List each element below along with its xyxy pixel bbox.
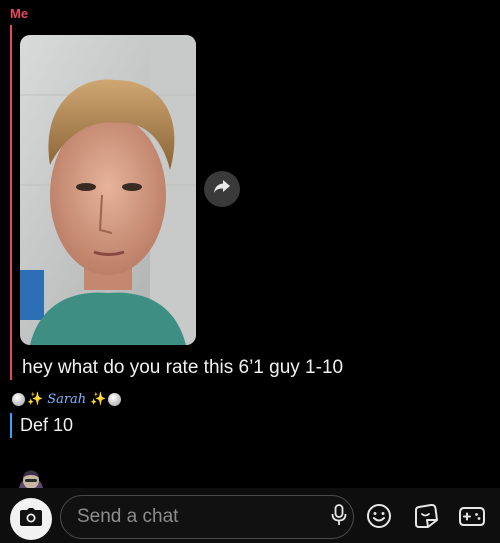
game-controller-icon	[458, 504, 486, 533]
friend-name-row: ✨ Sarah ✨	[12, 391, 122, 407]
share-arrow-icon	[213, 179, 231, 200]
volleyball-emoji-icon	[108, 392, 122, 406]
smiley-icon	[366, 503, 392, 534]
friend-name: Sarah	[47, 391, 87, 407]
sticker-icon	[413, 503, 439, 534]
chat-input[interactable]	[61, 505, 324, 529]
camera-button[interactable]	[10, 498, 52, 540]
chat-input-container	[60, 495, 354, 539]
sparkle-emoji-icon: ✨	[90, 391, 107, 406]
microphone-button[interactable]	[324, 503, 353, 531]
friend-accent-bar	[10, 413, 12, 438]
sparkle-emoji-icon: ✨	[27, 391, 44, 406]
camera-icon	[20, 507, 42, 531]
message-text: hey what do you rate this 6’1 guy 1-10	[22, 357, 344, 378]
share-button[interactable]	[204, 171, 240, 207]
microphone-icon	[331, 503, 347, 531]
games-button[interactable]	[458, 504, 486, 532]
snap-photo[interactable]	[20, 35, 196, 345]
sender-label-me: Me	[10, 6, 29, 21]
emoji-button[interactable]	[365, 503, 393, 534]
reply-text: Def 10	[20, 415, 74, 435]
sticker-button[interactable]	[412, 503, 440, 534]
friend-bitmoji-avatar[interactable]	[16, 466, 46, 490]
volleyball-emoji-icon	[12, 392, 25, 406]
sender-accent-bar	[10, 25, 12, 380]
